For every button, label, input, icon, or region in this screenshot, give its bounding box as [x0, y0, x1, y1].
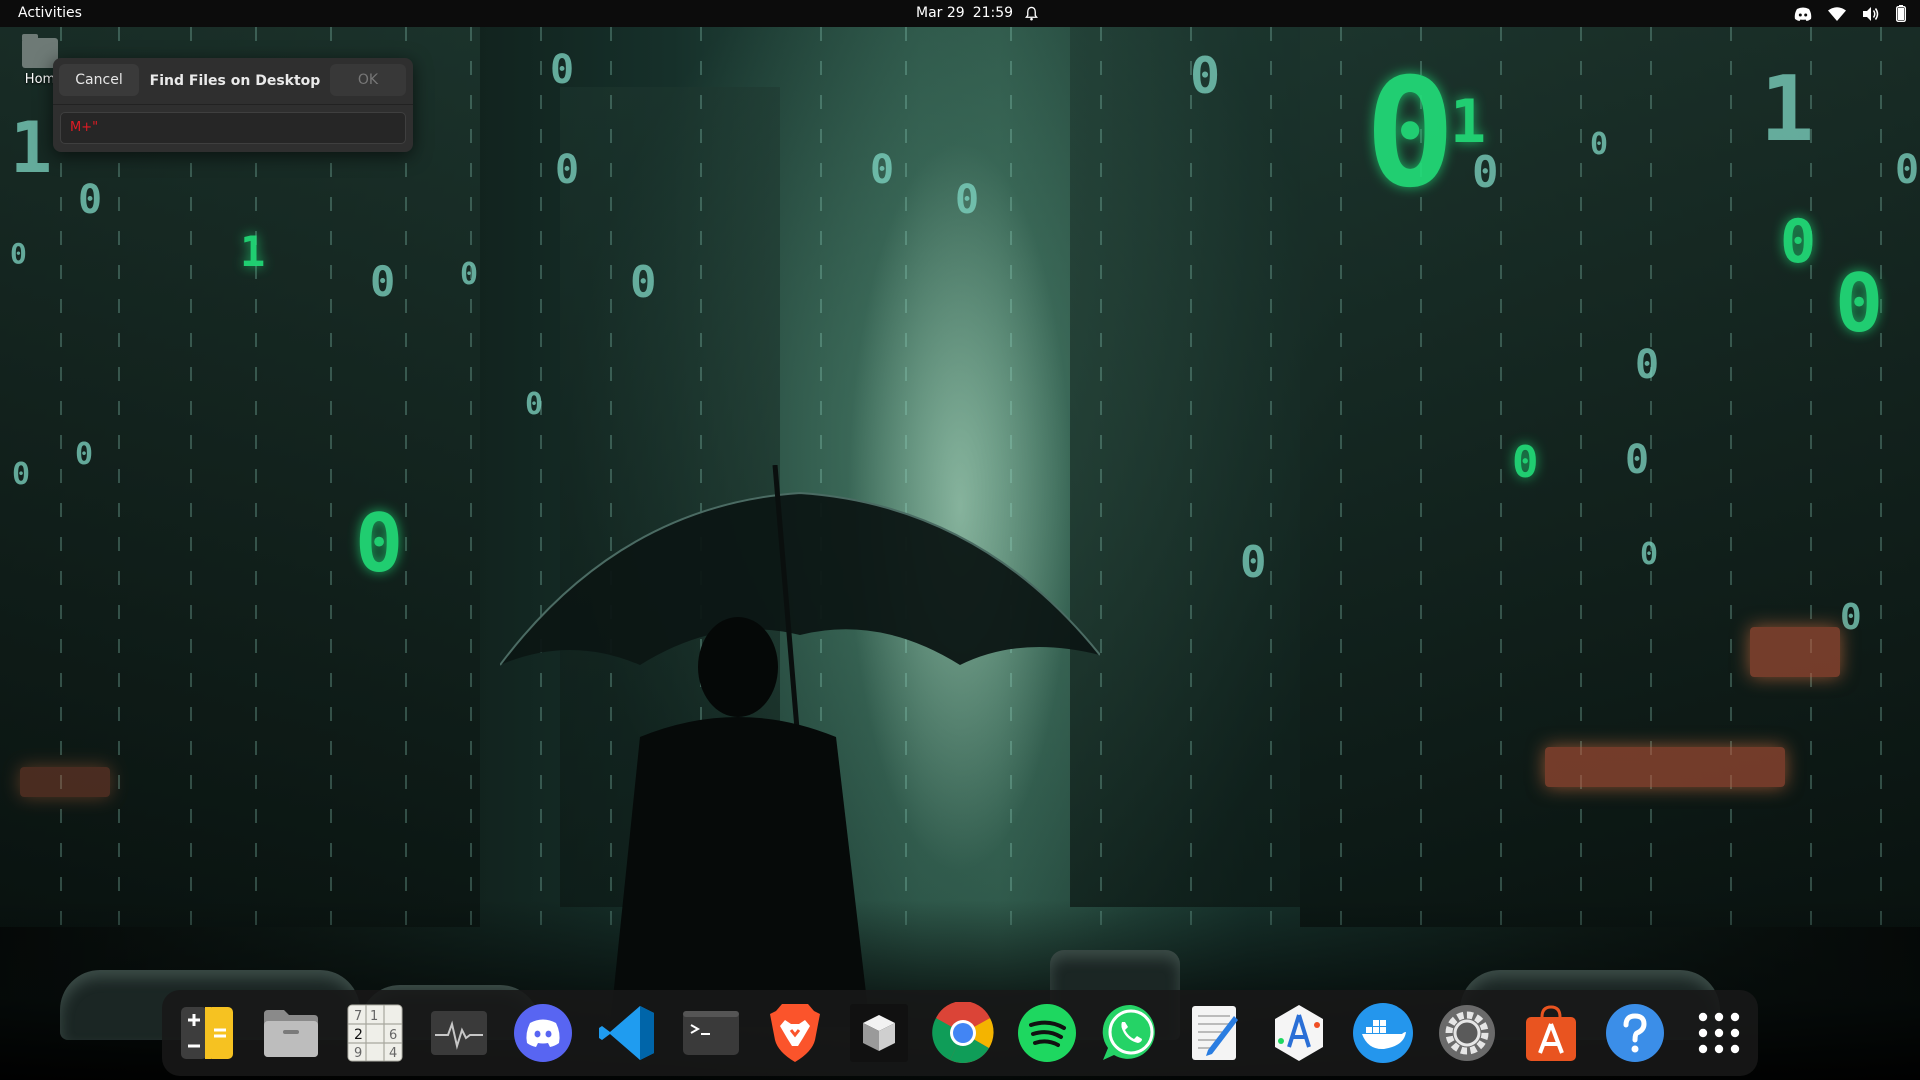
software-bag-icon: [1526, 1005, 1576, 1061]
chrome-icon: [932, 1002, 994, 1063]
docker-icon: [1353, 1003, 1413, 1063]
dock-item-vscode[interactable]: [594, 1000, 660, 1066]
dock-item-discord[interactable]: [510, 1000, 576, 1066]
top-bar: Activities Mar 29 21:59: [0, 0, 1920, 27]
system-tray[interactable]: [1794, 0, 1906, 27]
settings-gear-icon: [1439, 1005, 1495, 1061]
dock-item-calculator[interactable]: [174, 1000, 240, 1066]
wallpaper-person-silhouette: [610, 617, 870, 1027]
wifi-icon[interactable]: [1828, 6, 1846, 21]
vscode-icon: [599, 1006, 654, 1060]
dialog-header: Cancel Find Files on Desktop OK: [53, 58, 413, 105]
svg-text:6: 6: [389, 1028, 397, 1043]
dock-item-whatsapp[interactable]: [1098, 1000, 1164, 1066]
discord-icon: [514, 1004, 572, 1062]
app-store-icon: [1275, 1005, 1323, 1061]
dock-item-text-editor[interactable]: [1182, 1000, 1248, 1066]
svg-text:1: 1: [370, 1009, 378, 1024]
volume-icon[interactable]: [1862, 6, 1880, 22]
find-files-dialog: Cancel Find Files on Desktop OK M+": [53, 58, 413, 152]
notification-bell-icon[interactable]: [1024, 6, 1039, 21]
wallpaper-neon-sign: [1545, 747, 1785, 787]
dock-item-sudoku[interactable]: 7 1 2 6 9 4: [342, 1000, 408, 1066]
search-input[interactable]: M+": [60, 112, 406, 144]
desktop-wallpaper: 1 0 0 0 0 1 0 0 0 0 0 0 0 0 0 0 0 1 0 0 …: [0, 27, 1920, 1080]
dock-item-settings[interactable]: [1434, 1000, 1500, 1066]
calculator-icon: [181, 1007, 233, 1059]
text-editor-icon: [1192, 1006, 1238, 1060]
dock-item-brave[interactable]: [762, 1000, 828, 1066]
brave-icon: [770, 1004, 820, 1062]
wallpaper-building-mid-right: [1070, 27, 1300, 907]
dock-item-software[interactable]: [1518, 1000, 1584, 1066]
dock-item-terminal[interactable]: [678, 1000, 744, 1066]
battery-icon[interactable]: [1896, 5, 1906, 22]
ok-button[interactable]: OK: [330, 64, 406, 96]
system-monitor-icon: [431, 1011, 487, 1055]
svg-text:4: 4: [389, 1046, 397, 1061]
svg-text:9: 9: [354, 1046, 362, 1061]
sudoku-icon: 7 1 2 6 9 4: [347, 1004, 403, 1062]
svg-text:2: 2: [354, 1027, 363, 1043]
terminal-icon: [683, 1011, 739, 1055]
spotify-icon: [1018, 1004, 1076, 1062]
wallpaper-neon-sign: [1750, 627, 1840, 677]
cube-icon: [850, 1004, 908, 1062]
dock-item-spotify[interactable]: [1014, 1000, 1080, 1066]
dock-item-3d-app[interactable]: [846, 1000, 912, 1066]
dock-item-docker[interactable]: [1350, 1000, 1416, 1066]
discord-tray-icon[interactable]: [1794, 7, 1812, 21]
whatsapp-icon: [1102, 1004, 1155, 1060]
dock-item-app-store[interactable]: [1266, 1000, 1332, 1066]
svg-text:7: 7: [354, 1009, 362, 1024]
app-grid-icon: [1698, 1012, 1740, 1054]
dialog-title: Find Files on Desktop: [149, 73, 321, 89]
wallpaper-neon-sign: [20, 767, 110, 797]
dock-item-chrome[interactable]: [930, 1000, 996, 1066]
show-apps-button[interactable]: [1686, 1000, 1752, 1066]
activities-button[interactable]: Activities: [18, 0, 82, 27]
help-icon: [1606, 1004, 1664, 1062]
cancel-button[interactable]: Cancel: [59, 64, 139, 96]
dock-item-files[interactable]: [258, 1000, 324, 1066]
dock-item-system-monitor[interactable]: [426, 1000, 492, 1066]
dock-item-help[interactable]: [1602, 1000, 1668, 1066]
dock: 7 1 2 6 9 4: [162, 990, 1758, 1076]
clock-time: 21:59: [972, 5, 1014, 21]
clock-date: Mar 29: [916, 5, 965, 21]
clock-button[interactable]: Mar 29 21:59: [916, 0, 1013, 27]
folder-icon: [264, 1010, 318, 1057]
